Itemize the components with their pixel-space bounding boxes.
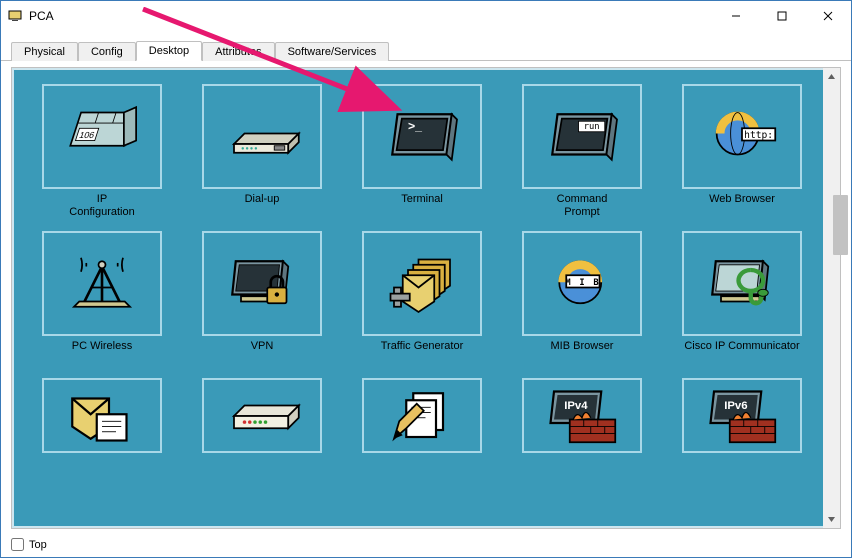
email-icon [58,381,146,451]
svg-text:IPv4: IPv4 [564,400,588,412]
top-checkbox-label: Top [29,539,47,551]
app-label: Web Browser [709,193,775,219]
tab-physical[interactable]: Physical [11,42,78,61]
svg-text:IPv6: IPv6 [724,400,747,412]
app-pc-wireless[interactable] [42,231,162,336]
traffic-generator-icon [378,249,466,319]
app-traffic-generator[interactable] [362,231,482,336]
scroll-up-button[interactable] [823,68,840,85]
ip-communicator-icon [698,249,786,319]
app-pppoe-dialer[interactable] [202,378,322,453]
app-label: MIB Browser [551,340,614,366]
tab-config[interactable]: Config [78,42,136,61]
scroll-thumb[interactable] [833,195,848,255]
app-vpn[interactable] [202,231,322,336]
app-label: VPN [251,340,274,366]
web-browser-icon: http: [698,102,786,172]
app-dial-up[interactable] [202,84,322,189]
app-terminal[interactable]: >_ [362,84,482,189]
maximize-button[interactable] [759,1,805,31]
app-text-editor[interactable] [362,378,482,453]
tab-software-services[interactable]: Software/Services [275,42,390,61]
app-mib-browser[interactable]: M I B [522,231,642,336]
svg-text:http:: http: [744,129,773,140]
mib-browser-icon: M I B [538,249,626,319]
app-label: Dial-up [245,193,280,219]
vpn-icon [218,249,306,319]
content-pane: 106 IP Configuration [11,67,841,529]
app-firewall-ipv6[interactable]: IPv6 [682,378,802,453]
app-cisco-ip-communicator[interactable] [682,231,802,336]
svg-text:M I B: M I B [565,277,600,287]
tab-desktop[interactable]: Desktop [136,41,202,61]
app-ip-configuration[interactable]: 106 [42,84,162,189]
app-firewall-ipv4[interactable]: IPv4 [522,378,642,453]
ip-config-icon: 106 [58,102,146,172]
app-label: Traffic Generator [381,340,464,366]
app-label: Command Prompt [557,193,608,219]
footer-bar: Top [11,538,47,551]
svg-text:run: run [584,122,600,132]
desktop-area: 106 IP Configuration [12,68,840,528]
app-label: PC Wireless [72,340,133,366]
pc-device-icon [7,8,23,24]
app-label: Terminal [401,193,443,219]
app-label: Cisco IP Communicator [684,340,799,366]
window-title: PCA [29,9,713,23]
svg-text:>_: >_ [408,119,422,133]
app-label: IP Configuration [69,193,134,219]
titlebar: PCA [1,1,851,31]
terminal-icon: >_ [378,102,466,172]
modem-device-icon [218,381,306,451]
app-command-prompt[interactable]: run [522,84,642,189]
firewall-ipv6-icon: IPv6 [698,381,786,451]
text-editor-icon [378,381,466,451]
modem-icon [218,102,306,172]
scroll-down-button[interactable] [823,511,840,528]
close-button[interactable] [805,1,851,31]
firewall-ipv4-icon: IPv4 [538,381,626,451]
app-email[interactable] [42,378,162,453]
tab-bar: Physical Config Desktop Attributes Softw… [1,39,851,61]
minimize-button[interactable] [713,1,759,31]
vertical-scrollbar[interactable] [823,68,840,528]
wireless-antenna-icon [58,249,146,319]
app-web-browser[interactable]: http: [682,84,802,189]
top-checkbox[interactable] [11,538,24,551]
tab-attributes[interactable]: Attributes [202,42,274,61]
command-prompt-icon: run [538,102,626,172]
